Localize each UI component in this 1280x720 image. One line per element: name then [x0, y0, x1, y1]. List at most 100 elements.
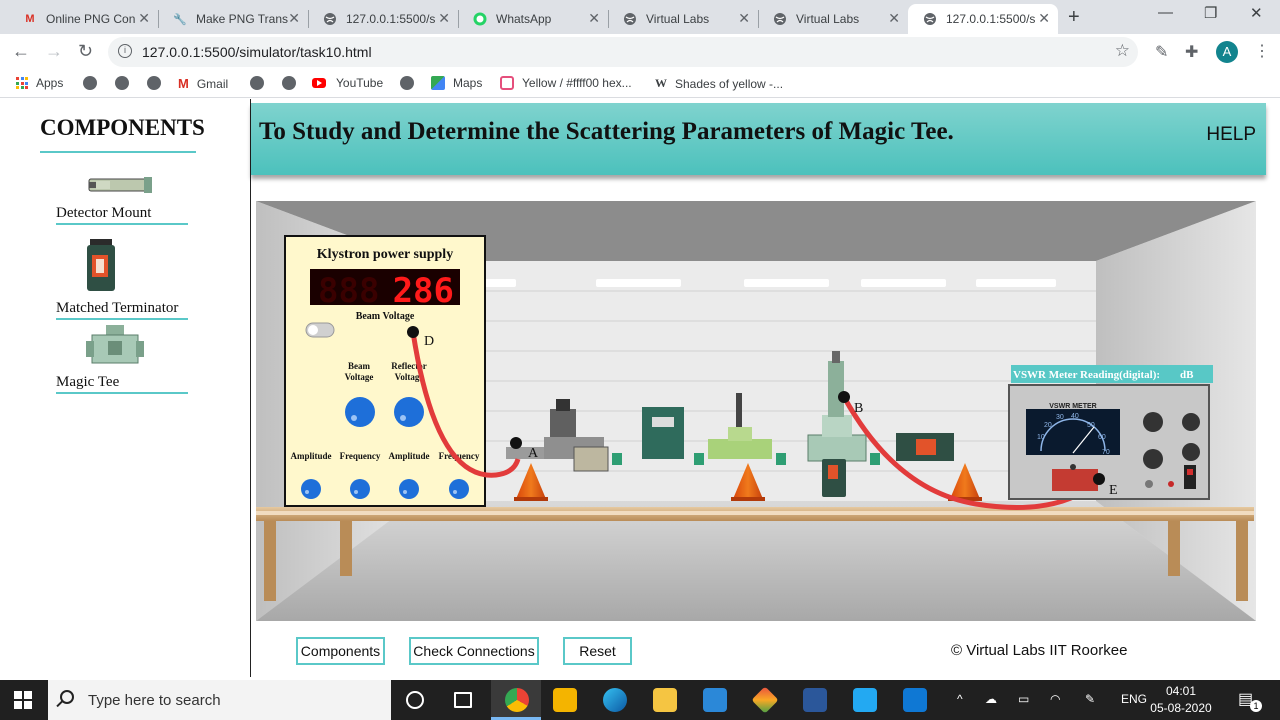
- browser-tab[interactable]: M Online PNG Con ✕: [8, 4, 158, 34]
- windows-start-icon[interactable]: [14, 691, 32, 709]
- bookmark-apps[interactable]: Apps: [16, 76, 63, 90]
- connection-point-d[interactable]: [407, 326, 419, 338]
- battery-icon[interactable]: ▭: [1018, 692, 1029, 706]
- maps-pin-icon: [431, 76, 445, 90]
- browser-tab[interactable]: 🔧 Make PNG Trans ✕: [158, 4, 308, 34]
- reload-icon[interactable]: ↻: [78, 41, 93, 62]
- hexagon-icon: [500, 76, 514, 90]
- bookmark-maps[interactable]: Maps: [431, 76, 482, 90]
- frequency-knob[interactable]: [350, 479, 370, 499]
- close-tab-icon[interactable]: ✕: [288, 10, 300, 27]
- browser-tab[interactable]: Virtual Labs ✕: [758, 4, 908, 34]
- select-knob[interactable]: [1182, 443, 1200, 461]
- browser-tab[interactable]: Virtual Labs ✕: [608, 4, 758, 34]
- wikipedia-icon: W: [655, 76, 667, 90]
- language-indicator[interactable]: ENG: [1121, 692, 1147, 706]
- bookmark-globe[interactable]: [83, 76, 105, 90]
- bookmark-globe[interactable]: [250, 76, 272, 90]
- back-icon[interactable]: ←: [12, 41, 30, 62]
- component-detector-mount[interactable]: Detector Mount: [56, 174, 188, 225]
- connection-point-b[interactable]: [838, 391, 850, 403]
- power-switch[interactable]: [1184, 465, 1196, 489]
- reflector-voltage-knob[interactable]: [394, 397, 424, 427]
- range-knob[interactable]: [1143, 412, 1163, 432]
- restore-icon[interactable]: ❐: [1204, 4, 1217, 22]
- bookmark-globe[interactable]: [115, 76, 137, 90]
- edge-icon[interactable]: [603, 688, 627, 712]
- close-window-icon[interactable]: ✕: [1250, 4, 1263, 22]
- component-magic-tee[interactable]: Magic Tee: [56, 323, 188, 394]
- amplitude-knob[interactable]: [399, 479, 419, 499]
- store-icon[interactable]: [553, 688, 577, 712]
- knob-label: Amplitude: [388, 451, 429, 461]
- klystron-power-supply: Klystron power supply 888 286 Beam Volta…: [284, 235, 486, 507]
- word-icon[interactable]: [803, 688, 827, 712]
- chrome-icon[interactable]: [505, 688, 529, 712]
- check-connections-button[interactable]: Check Connections: [409, 637, 539, 665]
- bookmark-yellow[interactable]: Yellow / #ffff00 hex...: [500, 76, 632, 90]
- meter-input-port: [1052, 469, 1098, 491]
- components-button[interactable]: Components: [296, 637, 385, 665]
- scale-label: 40: [1071, 413, 1079, 420]
- browser-tab-active[interactable]: 127.0.0.1:5500/s ✕: [908, 4, 1058, 34]
- close-tab-icon[interactable]: ✕: [588, 10, 600, 27]
- help-link[interactable]: HELP: [1206, 124, 1256, 146]
- mail-icon[interactable]: [703, 688, 727, 712]
- connection-point-e[interactable]: [1093, 473, 1105, 485]
- scale-label: 50: [1087, 422, 1095, 429]
- bookmark-globe[interactable]: [400, 76, 422, 90]
- connection-point-a[interactable]: [510, 437, 522, 449]
- bookmark-globe[interactable]: [282, 76, 304, 90]
- close-tab-icon[interactable]: ✕: [438, 10, 450, 27]
- component-matched-terminator[interactable]: Matched Terminator: [56, 237, 188, 320]
- vswr-meter: VSWR Meter Reading(digital): dB VSWR MET…: [1008, 365, 1213, 500]
- wifi-icon[interactable]: ◠: [1050, 692, 1060, 706]
- gain-knob[interactable]: [1182, 413, 1200, 431]
- beam-voltage-knob[interactable]: [345, 397, 375, 427]
- browser-tab-strip: M Online PNG Con ✕ 🔧 Make PNG Trans ✕ 12…: [0, 0, 1280, 34]
- tray-chevron-icon[interactable]: ^: [957, 692, 963, 706]
- profile-avatar[interactable]: A: [1216, 41, 1238, 63]
- new-tab-icon[interactable]: +: [1068, 6, 1080, 29]
- close-tab-icon[interactable]: ✕: [138, 10, 150, 27]
- browser-tab[interactable]: 127.0.0.1:5500/s ✕: [308, 4, 458, 34]
- frequency-knob[interactable]: [449, 479, 469, 499]
- taskbar-search[interactable]: Type here to search: [48, 680, 391, 720]
- globe-icon: [282, 76, 296, 90]
- browser-toolbar: ← → ↻ i 127.0.0.1:5500/simulator/task10.…: [0, 34, 1280, 70]
- extensions-puzzle-icon[interactable]: ✚: [1185, 42, 1198, 62]
- pen-icon[interactable]: ✎: [1085, 692, 1095, 706]
- forward-icon[interactable]: →: [45, 41, 63, 62]
- extension-pen-icon[interactable]: ✎: [1155, 42, 1168, 62]
- minimize-icon[interactable]: —: [1158, 4, 1173, 21]
- bookmark-gmail[interactable]: M Gmail: [178, 76, 228, 91]
- label-b: B: [854, 401, 863, 416]
- fine-knob[interactable]: [1143, 449, 1163, 469]
- address-bar[interactable]: i 127.0.0.1:5500/simulator/task10.html ☆: [108, 37, 1138, 67]
- file-explorer-icon[interactable]: [653, 688, 677, 712]
- bookmark-star-icon[interactable]: ☆: [1115, 41, 1130, 61]
- close-tab-icon[interactable]: ✕: [1038, 10, 1050, 27]
- menu-kebab-icon[interactable]: ⋮: [1254, 41, 1270, 61]
- close-tab-icon[interactable]: ✕: [888, 10, 900, 27]
- vscode-icon[interactable]: [853, 688, 877, 712]
- onedrive-cloud-icon[interactable]: ☁: [985, 692, 997, 706]
- task-view-icon[interactable]: [454, 692, 472, 708]
- close-tab-icon[interactable]: ✕: [738, 10, 750, 27]
- git-icon[interactable]: [751, 686, 779, 714]
- globe-icon: [322, 11, 338, 27]
- table-leg: [264, 521, 276, 601]
- amplitude-knob[interactable]: [301, 479, 321, 499]
- info-icon[interactable]: i: [118, 44, 132, 58]
- cortana-icon[interactable]: [406, 691, 424, 709]
- photos-icon[interactable]: [903, 688, 927, 712]
- taskbar-clock[interactable]: 04:01 05-08-2020: [1148, 683, 1214, 717]
- bookmark-wikipedia[interactable]: W Shades of yellow -...: [655, 76, 783, 91]
- reset-button[interactable]: Reset: [563, 637, 632, 665]
- knob-label: Voltage: [345, 372, 374, 382]
- bookmark-globe[interactable]: [147, 76, 169, 90]
- gmail-icon: M: [25, 13, 35, 25]
- browser-tab[interactable]: WhatsApp ✕: [458, 4, 608, 34]
- windows-taskbar: Type here to search ^ ☁ ▭ ◠ ✎ ENG 04:01 …: [0, 680, 1280, 720]
- bookmark-youtube[interactable]: YouTube: [312, 76, 383, 90]
